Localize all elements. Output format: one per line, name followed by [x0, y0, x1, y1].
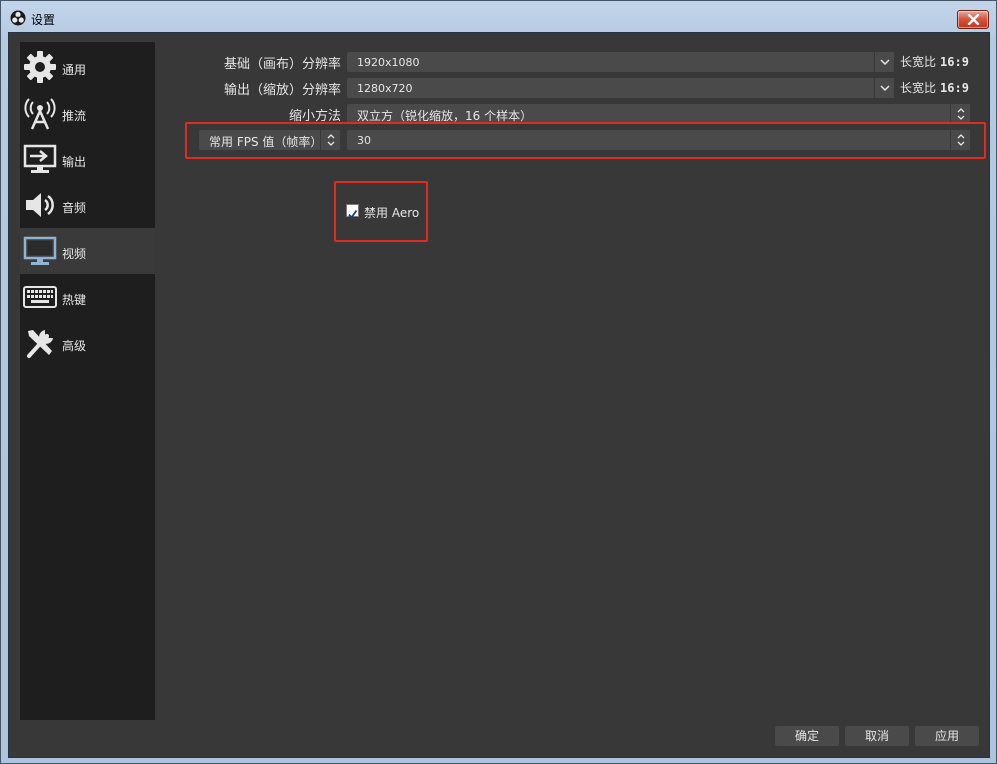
chevron-down-icon [880, 85, 890, 92]
sidebar-item-label: 通用 [62, 63, 87, 77]
cancel-button[interactable]: 取消 [845, 726, 909, 746]
window-title: 设置 [31, 13, 56, 27]
sidebar-item-audio[interactable]: 音频 [20, 182, 155, 228]
sidebar-item-general[interactable]: 通用 [20, 44, 155, 90]
output-monitor-icon [23, 144, 57, 173]
sidebar-item-stream[interactable]: 推流 [20, 90, 155, 136]
sidebar-item-label: 推流 [62, 109, 87, 123]
monitor-icon [23, 236, 57, 265]
aero-highlight [334, 181, 428, 242]
obs-logo-icon [10, 10, 26, 26]
select-arrows[interactable] [950, 104, 970, 124]
title-bar[interactable]: 设置 [1, 1, 996, 33]
sidebar-item-hotkeys[interactable]: 热键 [20, 274, 155, 320]
keyboard-icon [23, 286, 57, 308]
apply-button[interactable]: 应用 [915, 726, 979, 746]
aspect-ratio-value: 16:9 [940, 55, 969, 69]
aspect-ratio-value: 16:9 [940, 81, 969, 95]
dropdown-arrow[interactable] [874, 52, 894, 72]
antenna-icon [24, 98, 56, 130]
base-aspect-ratio: 长宽比 16:9 [900, 53, 969, 70]
output-resolution-value: 1280x720 [357, 82, 413, 95]
fps-row-highlight [185, 122, 986, 159]
settings-client-area: 通用 推流 输出 音频 视频 热键 高级 基础（画布）分辨率 1920x1080… [8, 32, 990, 758]
speaker-icon [26, 193, 54, 217]
close-button[interactable] [957, 10, 989, 29]
output-resolution-label: 输出（缩放）分辨率 [223, 83, 341, 98]
sidebar: 通用 推流 输出 音频 视频 热键 高级 [20, 42, 155, 720]
close-icon [967, 14, 980, 25]
sidebar-item-video[interactable]: 视频 [20, 228, 155, 274]
downscale-filter-select[interactable]: 双立方（锐化缩放，16 个样本） [347, 104, 970, 124]
sidebar-item-label: 视频 [62, 247, 87, 261]
output-aspect-ratio: 长宽比 16:9 [900, 79, 969, 96]
sidebar-item-label: 输出 [62, 155, 87, 169]
base-resolution-value: 1920x1080 [357, 56, 420, 69]
aspect-ratio-label: 长宽比 [900, 55, 937, 69]
ok-button[interactable]: 确定 [775, 726, 839, 746]
aspect-ratio-label: 长宽比 [900, 81, 937, 95]
sidebar-item-label: 热键 [62, 293, 87, 307]
sidebar-item-output[interactable]: 输出 [20, 136, 155, 182]
gear-icon [24, 51, 56, 83]
dropdown-arrow[interactable] [874, 78, 894, 98]
sidebar-item-advanced[interactable]: 高级 [20, 320, 155, 366]
base-resolution-label: 基础（画布）分辨率 [223, 57, 341, 72]
updown-arrows-icon [957, 108, 965, 120]
output-resolution-combo[interactable]: 1280x720 [347, 78, 894, 98]
sidebar-item-label: 高级 [62, 339, 87, 353]
chevron-down-icon [880, 59, 890, 66]
tools-icon [27, 330, 53, 358]
settings-window: 设置 通用 推流 输出 音频 视频 热键 高级 基础（画布）分辨率 1920x1… [0, 0, 997, 764]
base-resolution-combo[interactable]: 1920x1080 [347, 52, 894, 72]
sidebar-item-label: 音频 [62, 201, 87, 215]
